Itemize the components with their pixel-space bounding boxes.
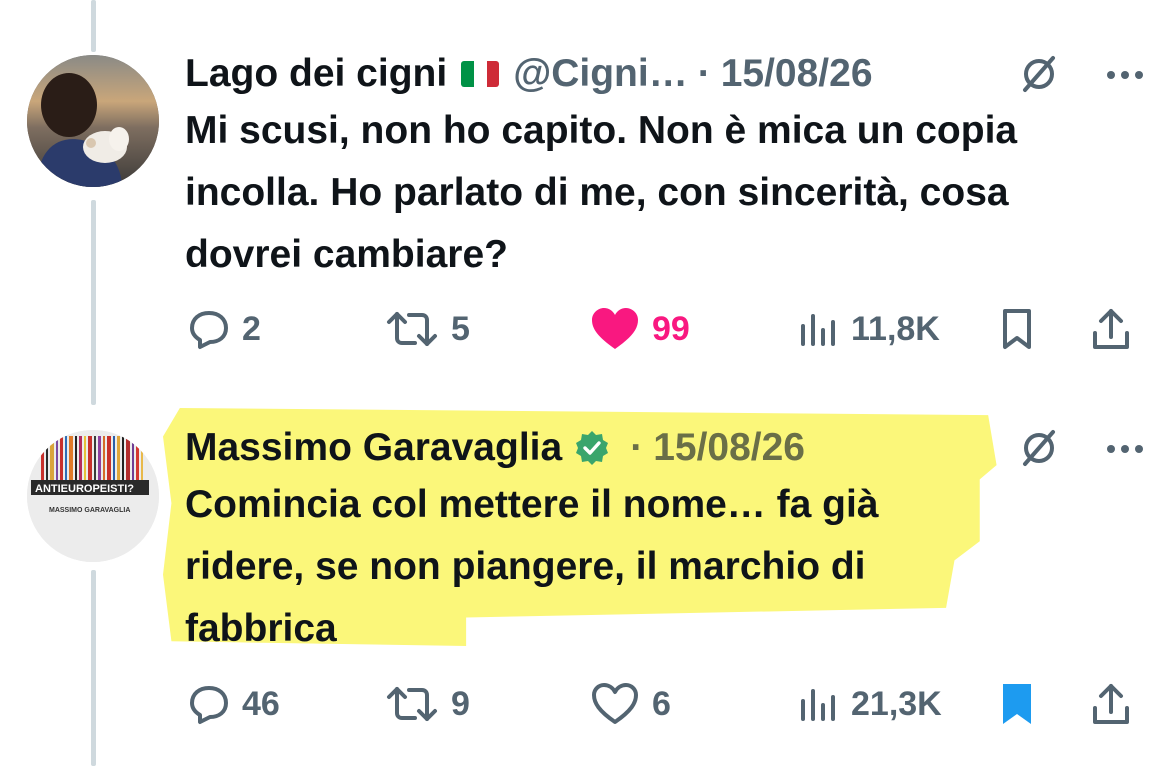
avatar[interactable] <box>27 55 159 187</box>
grok-icon[interactable] <box>1017 52 1061 101</box>
tweet-actions: 46 9 6 21,3K <box>185 680 1145 728</box>
avatar-book-cover: ANTIEUROPEISTI? MASSIMO GARAVAGLIA <box>27 430 159 562</box>
verified-badge-icon <box>576 431 609 465</box>
repost-icon <box>387 312 437 346</box>
thread-line-middle <box>91 200 96 405</box>
like-count: 99 <box>652 309 690 348</box>
tweet-text: Comincia col mettere il nome… fa già rid… <box>185 483 879 650</box>
like-button[interactable]: 99 <box>590 307 690 351</box>
author-name[interactable]: Massimo Garavaglia <box>185 426 562 470</box>
bookmark-button[interactable] <box>997 307 1037 351</box>
tweet-header: Lago dei cigni @Cigni… · 15/08/26 <box>185 48 1145 100</box>
share-icon <box>1093 309 1129 349</box>
separator-dot: · <box>697 52 711 95</box>
avatar-caption-text: MASSIMO GARAVAGLIA <box>49 507 130 514</box>
avatar[interactable]: ANTIEUROPEISTI? MASSIMO GARAVAGLIA <box>27 430 159 562</box>
thread-line-bottom <box>91 570 96 766</box>
grok-icon[interactable] <box>1017 426 1061 475</box>
tweet-actions: 2 5 99 11,8K <box>185 305 1145 353</box>
like-button[interactable]: 6 <box>590 682 671 726</box>
like-icon <box>592 683 638 724</box>
tweet[interactable]: Massimo Garavaglia · 15/08/26 Comincia c… <box>185 422 1145 660</box>
bookmark-icon <box>1003 309 1031 349</box>
italy-flag-icon <box>461 61 500 87</box>
more-icon[interactable] <box>1105 68 1145 86</box>
author-handle[interactable]: @Cigni… <box>513 52 688 96</box>
tweet-text: Mi scusi, non ho capito. Non è mica un c… <box>185 109 1018 276</box>
reply-count: 2 <box>242 309 261 348</box>
share-button[interactable] <box>1091 307 1131 351</box>
repost-icon <box>387 687 437 721</box>
repost-button[interactable]: 5 <box>385 308 470 350</box>
like-icon <box>592 308 638 349</box>
more-icon[interactable] <box>1105 442 1145 460</box>
repost-button[interactable]: 9 <box>385 683 470 725</box>
separator-dot: · <box>630 426 644 469</box>
share-icon <box>1093 684 1129 724</box>
tweet-header: Massimo Garavaglia · 15/08/26 <box>185 422 1145 474</box>
reply-icon <box>190 311 228 349</box>
tweet-date[interactable]: 15/08/26 <box>721 52 873 96</box>
views-icon <box>801 689 835 721</box>
reply-count: 46 <box>242 684 280 723</box>
bookmark-icon <box>1003 684 1031 724</box>
views-icon <box>801 314 835 346</box>
views-count: 11,8K <box>851 309 940 348</box>
like-count: 6 <box>652 684 671 723</box>
repost-count: 5 <box>451 309 470 348</box>
views-button[interactable]: 21,3K <box>797 683 942 725</box>
repost-count: 9 <box>451 684 470 723</box>
share-button[interactable] <box>1091 682 1131 726</box>
tweet-date[interactable]: 15/08/26 <box>653 426 805 470</box>
tweet[interactable]: Lago dei cigni @Cigni… · 15/08/26 Mi scu… <box>185 48 1145 286</box>
thread-line-top <box>91 0 96 52</box>
avatar-banner-text: ANTIEUROPEISTI? <box>35 483 134 495</box>
author-name[interactable]: Lago dei cigni <box>185 52 447 96</box>
reply-button[interactable]: 46 <box>188 683 280 725</box>
avatar-photo <box>27 55 159 187</box>
reply-icon <box>190 686 228 724</box>
views-count: 21,3K <box>851 684 942 723</box>
views-button[interactable]: 11,8K <box>797 308 940 350</box>
reply-button[interactable]: 2 <box>188 308 261 350</box>
bookmark-button[interactable] <box>997 682 1037 726</box>
